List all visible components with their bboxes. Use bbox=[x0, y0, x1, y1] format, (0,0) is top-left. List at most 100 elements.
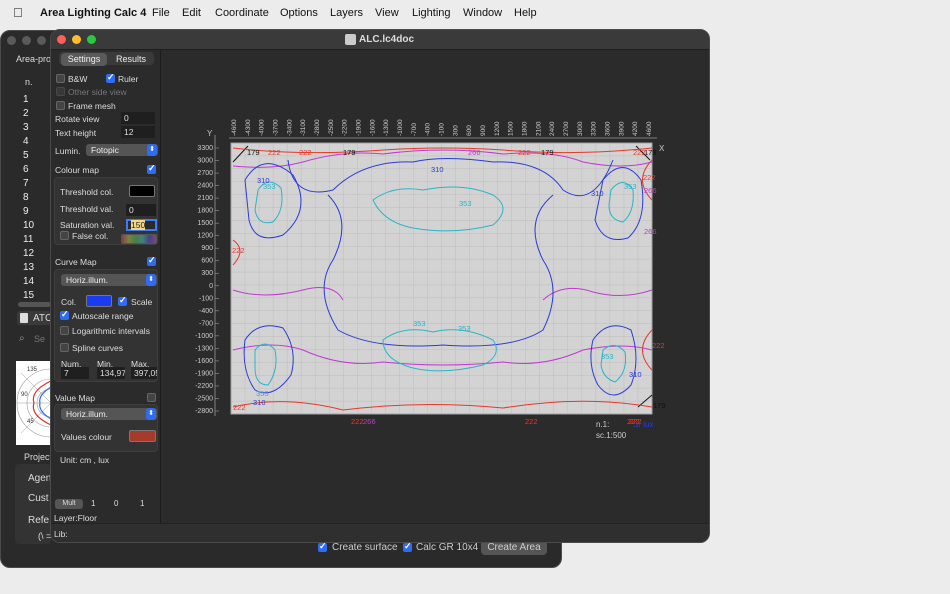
tab-settings[interactable]: Settings bbox=[61, 53, 107, 66]
x-tick-label: -4300 bbox=[245, 119, 252, 136]
legend-n-label: n.1: bbox=[596, 420, 610, 429]
contour-label: 222 bbox=[232, 246, 245, 255]
polar-tick: 135 bbox=[27, 367, 38, 373]
menu-lighting[interactable]: Lighting bbox=[412, 7, 451, 19]
contour-label: 310 bbox=[253, 398, 266, 407]
contour-label: 179 bbox=[247, 148, 260, 157]
search-field[interactable]: ⌕ Se bbox=[16, 332, 51, 346]
list-item[interactable]: 4 bbox=[23, 136, 29, 147]
list-item[interactable]: 7 bbox=[23, 178, 29, 189]
y-tick-label: 2100 bbox=[197, 195, 213, 202]
layer-label: Layer:Floor bbox=[54, 513, 97, 523]
create-surface-checkbox[interactable] bbox=[318, 541, 327, 552]
y-tick-label: -2800 bbox=[195, 408, 213, 415]
list-item[interactable]: 5 bbox=[23, 150, 29, 161]
legend-lux-label: Sr lux bbox=[633, 420, 654, 429]
lumin-select[interactable]: Fotopic bbox=[86, 144, 158, 156]
settings-panel: Settings Results B&W Ruler Other side vi… bbox=[51, 50, 161, 542]
spline-checkbox[interactable] bbox=[60, 343, 69, 352]
list-item[interactable]: 6 bbox=[23, 164, 29, 175]
x-tick-label: -3700 bbox=[273, 119, 280, 136]
scale-checkbox[interactable] bbox=[118, 295, 127, 306]
false-colour-swatch[interactable] bbox=[121, 234, 157, 244]
y-tick-label: -2200 bbox=[195, 383, 213, 390]
threshold-colour-swatch[interactable] bbox=[129, 185, 155, 197]
list-item[interactable]: 11 bbox=[23, 234, 33, 245]
menu-edit[interactable]: Edit bbox=[182, 7, 201, 19]
value-map-checkbox[interactable] bbox=[147, 393, 156, 402]
zoom-button[interactable] bbox=[37, 36, 46, 45]
document-icon bbox=[345, 34, 356, 45]
curve-colour-swatch[interactable] bbox=[86, 295, 112, 307]
lib-label: Lib: bbox=[54, 529, 68, 539]
menu-file[interactable]: File bbox=[152, 7, 170, 19]
values-colour-swatch[interactable] bbox=[129, 430, 156, 442]
list-item[interactable]: 3 bbox=[23, 122, 29, 133]
list-item[interactable]: 9 bbox=[23, 206, 29, 217]
autoscale-label: Autoscale range bbox=[72, 311, 134, 321]
value-map-select[interactable]: Horiz.illum. bbox=[61, 408, 157, 420]
bw-checkbox[interactable] bbox=[56, 74, 65, 83]
x-tick-label: -1600 bbox=[369, 119, 376, 136]
contour-label: 222 bbox=[518, 148, 531, 157]
window-title-bar[interactable]: ALC.lc4doc bbox=[51, 30, 709, 50]
curve-map-select[interactable]: Horiz.illum. bbox=[61, 274, 157, 286]
menu-coordinate[interactable]: Coordinate bbox=[215, 7, 269, 19]
frame-mesh-checkbox[interactable] bbox=[56, 101, 65, 110]
colour-map-checkbox[interactable] bbox=[147, 163, 156, 174]
close-button[interactable] bbox=[7, 36, 16, 45]
menu-options[interactable]: Options bbox=[280, 7, 318, 19]
minimize-button[interactable] bbox=[72, 35, 81, 44]
log-intervals-checkbox[interactable] bbox=[60, 326, 69, 335]
y-tick-label: -700 bbox=[199, 320, 213, 327]
list-scrollbar[interactable] bbox=[18, 302, 51, 307]
menu-view[interactable]: View bbox=[375, 7, 399, 19]
threshold-val-field[interactable]: 0 bbox=[126, 204, 156, 216]
list-item[interactable]: 15 bbox=[23, 290, 34, 301]
list-item[interactable]: 1 bbox=[23, 94, 29, 105]
min-field[interactable]: 134,97 bbox=[97, 367, 125, 379]
max-field[interactable]: 397,05 bbox=[131, 367, 157, 379]
saturation-field[interactable]: 150 bbox=[126, 219, 157, 231]
calc-gr-checkbox[interactable] bbox=[403, 541, 412, 552]
other-side-checkbox[interactable] bbox=[56, 87, 65, 96]
mult-value: 1 bbox=[91, 499, 96, 508]
list-item[interactable]: 14 bbox=[23, 276, 34, 287]
list-item[interactable]: 2 bbox=[23, 108, 29, 119]
menu-help[interactable]: Help bbox=[514, 7, 537, 19]
y-tick-label: 3000 bbox=[197, 158, 213, 165]
false-col-label: False col. bbox=[72, 231, 109, 241]
text-height-field[interactable]: 12 bbox=[121, 126, 155, 138]
contour-label: 222 bbox=[351, 417, 364, 426]
rotate-view-field[interactable]: 0 bbox=[121, 112, 155, 124]
menu-window[interactable]: Window bbox=[463, 7, 502, 19]
polar-diagram: 135 90 45 bbox=[16, 361, 86, 445]
x-tick-label: -700 bbox=[411, 123, 418, 136]
close-button[interactable] bbox=[57, 35, 66, 44]
drawing-canvas[interactable]: Y 3300 3000 2700 2400 2100 1800 1500 1200 900 600 3… bbox=[163, 50, 709, 524]
curve-map-checkbox[interactable] bbox=[147, 255, 156, 266]
x-tick-label: -1300 bbox=[383, 119, 390, 136]
spline-label: Spline curves bbox=[72, 343, 124, 353]
autoscale-checkbox[interactable] bbox=[60, 309, 69, 320]
atc-item[interactable]: ATC bbox=[17, 311, 52, 325]
list-item[interactable]: 10 bbox=[23, 220, 34, 231]
menu-bar:  Area Lighting Calc 4 File Edit Coordin… bbox=[0, 0, 950, 28]
list-item[interactable]: 8 bbox=[23, 192, 29, 203]
mult-button[interactable]: Mult bbox=[55, 499, 83, 509]
list-item[interactable]: 12 bbox=[23, 248, 34, 259]
frame-mesh-label: Frame mesh bbox=[68, 101, 116, 111]
apple-menu-icon[interactable]:  bbox=[13, 5, 23, 20]
bw-label: B&W bbox=[68, 74, 88, 84]
scale-label: sc.1:500 bbox=[596, 431, 627, 440]
app-menu[interactable]: Area Lighting Calc 4 bbox=[40, 7, 146, 19]
ruler-checkbox[interactable] bbox=[106, 72, 115, 83]
tab-results[interactable]: Results bbox=[109, 53, 153, 66]
false-col-checkbox[interactable] bbox=[60, 231, 69, 240]
contour-label: 353 bbox=[458, 324, 471, 333]
minimize-button[interactable] bbox=[22, 36, 31, 45]
list-item[interactable]: 13 bbox=[23, 262, 34, 273]
zoom-button[interactable] bbox=[87, 35, 96, 44]
num-field[interactable]: 7 bbox=[61, 367, 89, 379]
menu-layers[interactable]: Layers bbox=[330, 7, 363, 19]
